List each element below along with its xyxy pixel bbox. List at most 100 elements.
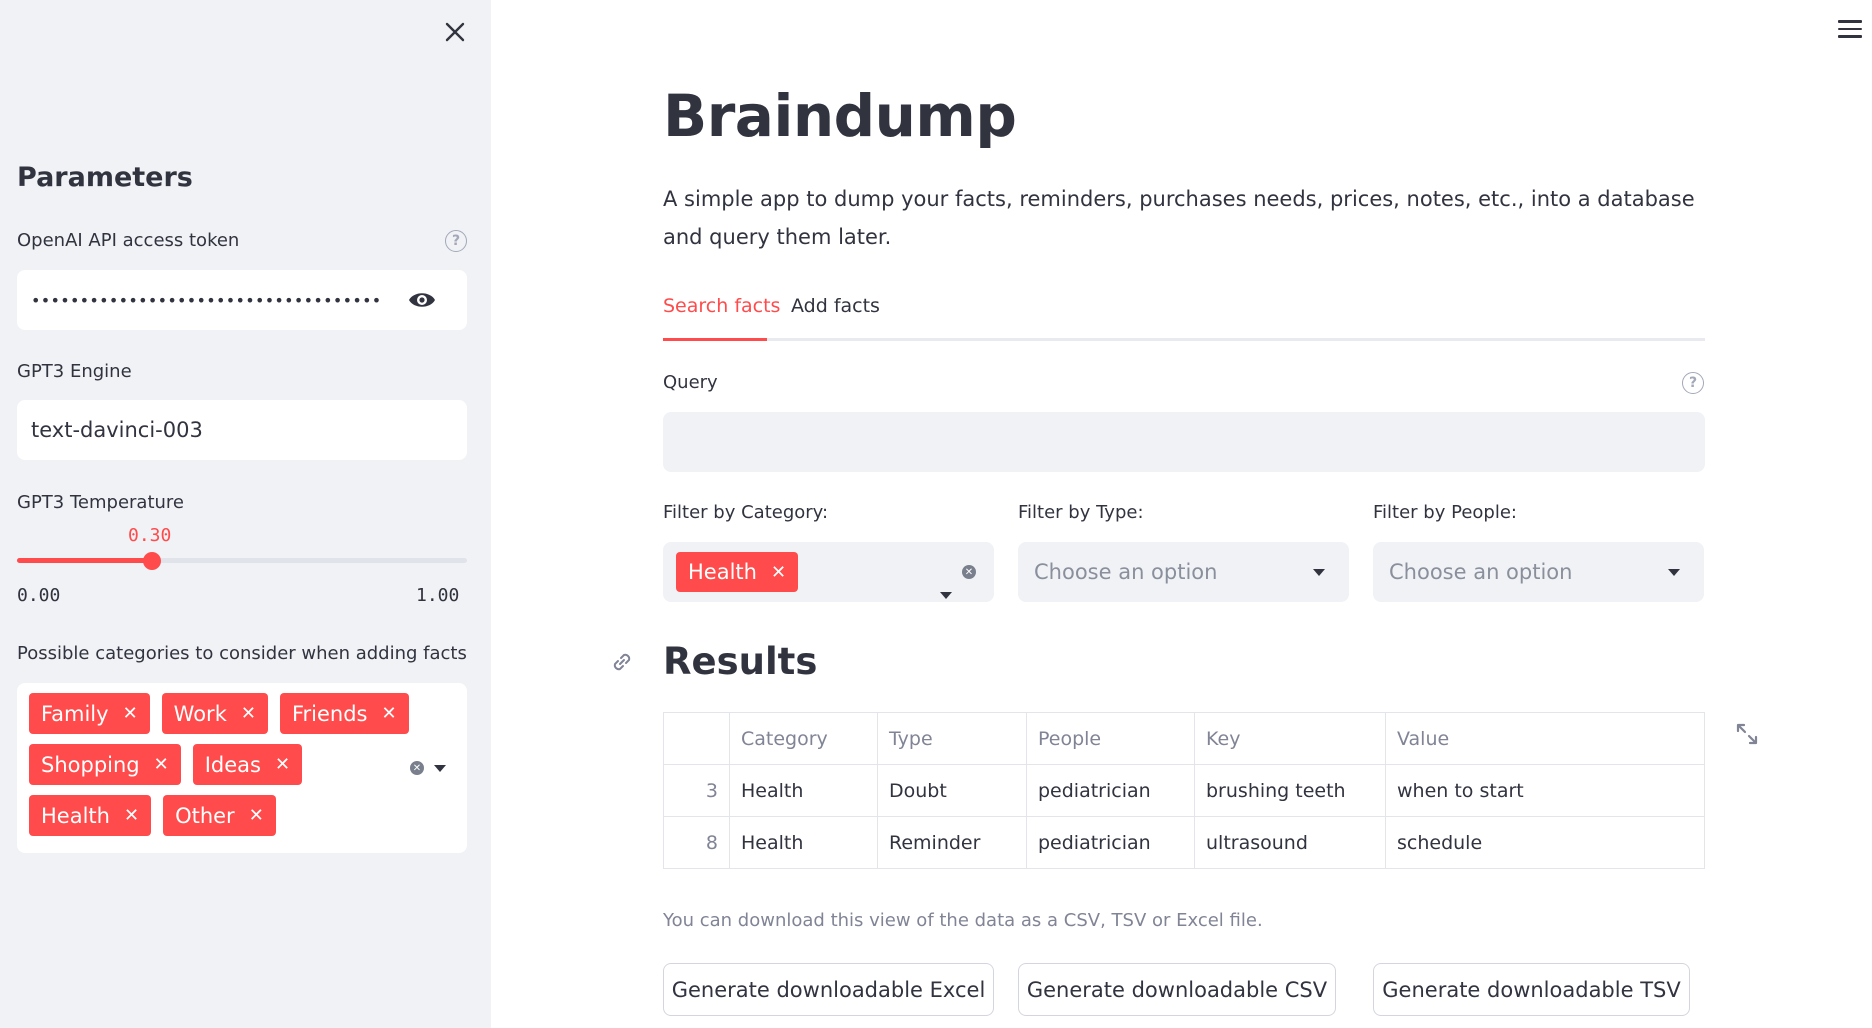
tab-label: Add facts [791,295,880,317]
chevron-down-icon [1313,569,1325,576]
generate-excel-button[interactable]: Generate downloadable Excel [663,963,994,1016]
query-label: Query [663,372,718,393]
page-subtitle: A simple app to dump your facts, reminde… [663,187,1695,249]
categories-tag-list: Family ✕ Work ✕ Friends ✕ Shopping ✕ Ideas ✕ … [29,693,429,836]
category-tag: Friends ✕ [279,693,409,734]
remove-tag-icon[interactable]: ✕ [241,703,256,724]
filter-people-select[interactable]: Choose an option [1373,542,1704,602]
eye-icon[interactable] [407,288,437,312]
table-row[interactable]: 3 Health Doubt pediatrician brushing tee… [663,764,1705,817]
sidebar: Parameters OpenAI API access token ? •••… [0,0,491,1028]
api-token-value: ••••••••••••••••••••••••••••••••••••••••… [31,290,381,310]
filter-type-select[interactable]: Choose an option [1018,542,1349,602]
generate-csv-button[interactable]: Generate downloadable CSV [1018,963,1336,1016]
cell-category[interactable]: Health [729,764,878,817]
tag-label: Work [173,701,227,726]
category-tag: Family ✕ [29,693,150,734]
category-tag: Other ✕ [163,795,276,836]
cell-value[interactable]: when to start [1385,764,1705,817]
temperature-value: 0.30 [128,525,172,546]
remove-tag-icon[interactable]: ✕ [124,805,139,826]
download-note: You can download this view of the data a… [663,910,1263,931]
cell-category[interactable]: Health [729,816,878,869]
tag-label: Ideas [204,752,261,777]
category-tag: Ideas ✕ [192,744,303,785]
remove-tag-icon[interactable]: ✕ [154,754,169,775]
remove-tag-icon[interactable]: ✕ [771,562,786,583]
chevron-down-icon[interactable] [940,592,952,599]
results-table[interactable]: Category Type People Key Value 3 Health … [663,712,1705,869]
row-index: 8 [663,816,730,869]
engine-input[interactable]: text-davinci-003 [17,400,467,460]
cell-type[interactable]: Doubt [877,764,1027,817]
tab-bar: Search facts Add facts [663,295,1705,341]
chevron-down-icon[interactable] [434,764,446,772]
tag-label: Health [41,803,110,828]
tab-search-facts[interactable]: Search facts [663,295,780,329]
clear-all-icon[interactable]: ✕ [962,565,976,579]
remove-tag-icon[interactable]: ✕ [123,703,138,724]
categories-controls: ✕ [410,761,446,775]
remove-tag-icon[interactable]: ✕ [381,703,396,724]
categories-multiselect[interactable]: Family ✕ Work ✕ Friends ✕ Shopping ✕ Ideas ✕ … [17,683,467,853]
column-header-category[interactable]: Category [729,712,878,765]
filter-type-label: Filter by Type: [1018,502,1144,523]
close-icon [445,22,465,42]
page-title: Braindump [663,82,1017,150]
column-header-index[interactable] [663,712,730,765]
api-token-label: OpenAI API access token [17,230,240,251]
table-row[interactable]: 8 Health Reminder pediatrician ultrasoun… [663,816,1705,869]
temperature-slider-thumb[interactable] [143,552,161,570]
selected-category-tag: Health ✕ [676,552,799,592]
engine-label: GPT3 Engine [17,361,132,382]
api-token-input[interactable]: ••••••••••••••••••••••••••••••••••••••••… [17,270,467,330]
active-tab-indicator [663,338,767,341]
category-tag: Health ✕ [29,795,152,836]
cell-value[interactable]: schedule [1385,816,1705,869]
table-header-row: Category Type People Key Value [663,712,1705,765]
tag-label: Family [41,701,109,726]
column-header-people[interactable]: People [1026,712,1195,765]
column-header-type[interactable]: Type [877,712,1027,765]
temperature-label: GPT3 Temperature [17,492,184,513]
cell-people[interactable]: pediatrician [1026,816,1195,869]
tag-label: Friends [291,701,368,726]
link-icon[interactable] [608,648,636,676]
filter-category-select[interactable]: Health ✕ ✕ [663,542,994,602]
help-icon[interactable]: ? [1682,372,1704,394]
column-header-value[interactable]: Value [1385,712,1705,765]
chevron-down-icon [1668,569,1680,576]
filter-category-label: Filter by Category: [663,502,829,523]
category-tag: Shopping ✕ [29,744,181,785]
temperature-slider[interactable] [17,552,467,570]
temperature-max: 1.00 [416,585,460,606]
tab-label: Search facts [663,295,781,317]
generate-tsv-button[interactable]: Generate downloadable TSV [1373,963,1690,1016]
temperature-slider-fill [17,558,152,563]
remove-tag-icon[interactable]: ✕ [249,805,264,826]
expand-icon[interactable] [1735,722,1759,746]
categories-label: Possible categories to consider when add… [17,643,467,664]
tag-label: Health [688,560,757,584]
temperature-min: 0.00 [17,585,61,606]
filter-people-label: Filter by People: [1373,502,1517,523]
tab-add-facts[interactable]: Add facts [791,295,880,329]
cell-key[interactable]: brushing teeth [1194,764,1386,817]
column-header-key[interactable]: Key [1194,712,1386,765]
row-index: 3 [663,764,730,817]
sidebar-title: Parameters [17,162,193,193]
filter-category-controls: ✕ [940,565,976,599]
help-icon[interactable]: ? [445,230,467,252]
select-placeholder: Choose an option [1389,560,1573,584]
clear-all-icon[interactable]: ✕ [410,761,424,775]
close-sidebar-button[interactable] [440,17,470,47]
cell-type[interactable]: Reminder [877,816,1027,869]
cell-people[interactable]: pediatrician [1026,764,1195,817]
category-tag: Work ✕ [161,693,268,734]
cell-key[interactable]: ultrasound [1194,816,1386,869]
remove-tag-icon[interactable]: ✕ [275,754,290,775]
hamburger-menu-icon[interactable] [1838,20,1862,40]
results-title: Results [663,640,818,683]
query-input[interactable] [663,412,1705,472]
tag-label: Other [175,803,235,828]
